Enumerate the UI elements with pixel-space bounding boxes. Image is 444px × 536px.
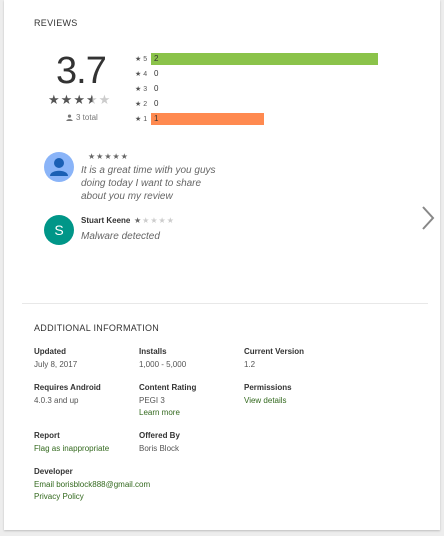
learn-more-link[interactable]: Learn more — [139, 408, 180, 417]
avatar-letter: S — [54, 222, 64, 238]
histogram-row-1: ★ 1 1 — [135, 113, 264, 125]
histogram-count: 2 — [154, 54, 159, 63]
star-icon: ★ — [135, 56, 142, 63]
chevron-right-icon[interactable] — [420, 205, 436, 231]
histogram-bar-2: 0 — [151, 98, 161, 110]
histogram-bar-1: 1 — [151, 113, 264, 125]
requires-android-label: Requires Android — [34, 383, 101, 392]
app-details-card: REVIEWS 3.7 ★★★★★ 3 total ★ 5 2 ★ 4 0 ★ … — [4, 0, 440, 530]
updated-value: July 8, 2017 — [34, 360, 78, 369]
total-reviews: 3 total — [66, 113, 98, 122]
star-empty-icon: ★ — [98, 92, 112, 107]
star-half-icon: ★ — [85, 92, 99, 107]
offered-by-label: Offered By — [139, 431, 180, 440]
star-icon: ★ — [73, 92, 86, 107]
histogram-bar-4: 0 — [151, 68, 161, 80]
divider — [22, 303, 428, 304]
person-icon — [66, 114, 73, 121]
report-label: Report — [34, 431, 60, 440]
average-stars: ★★★★★ — [48, 92, 111, 108]
developer-label: Developer — [34, 467, 73, 476]
histogram-row-4: ★ 4 0 — [135, 68, 161, 80]
installs-value: 1,000 - 5,000 — [139, 360, 187, 369]
review-stars: ★★★★★ — [134, 216, 175, 225]
installs-label: Installs — [139, 347, 167, 356]
updated-label: Updated — [34, 347, 66, 356]
histogram-count: 1 — [154, 114, 159, 123]
review-author[interactable]: Stuart Keene — [81, 216, 130, 225]
requires-android-value: 4.0.3 and up — [34, 396, 79, 405]
star-icon: ★ — [135, 101, 142, 108]
histogram-row-label: ★ 3 — [135, 86, 148, 93]
content-rating-value: PEGI 3 — [139, 396, 165, 405]
developer-email-link[interactable]: Email borisblock888@gmail.com — [34, 480, 150, 489]
current-version-label: Current Version — [244, 347, 305, 356]
star-icon: ★ — [48, 92, 61, 107]
view-details-link[interactable]: View details — [244, 396, 287, 405]
histogram-count: 0 — [154, 99, 159, 108]
avatar[interactable]: S — [44, 215, 74, 245]
histogram-row-5: ★ 5 2 — [135, 53, 378, 65]
current-version-value: 1.2 — [244, 360, 256, 369]
histogram-row-label: ★ 1 — [135, 116, 148, 123]
histogram-row-label: ★ 4 — [135, 71, 148, 78]
person-icon — [50, 158, 68, 176]
histogram-count: 0 — [154, 69, 159, 78]
avatar[interactable] — [44, 152, 74, 182]
histogram-bar-5: 2 — [151, 53, 378, 65]
additional-info-heading: ADDITIONAL INFORMATION — [34, 323, 160, 333]
reviews-heading: REVIEWS — [34, 18, 78, 28]
privacy-policy-link[interactable]: Privacy Policy — [34, 492, 84, 501]
offered-by-value: Boris Block — [139, 444, 180, 453]
histogram-count: 0 — [154, 84, 159, 93]
content-rating-label: Content Rating — [139, 383, 197, 392]
histogram-bar-3: 0 — [151, 83, 161, 95]
histogram-row-label: ★ 2 — [135, 101, 148, 108]
star-icon: ★ — [135, 116, 142, 123]
review-text: It is a great time with you guys doing t… — [81, 165, 216, 202]
review-stars: ★★★★★ — [88, 152, 129, 161]
star-icon: ★ — [135, 71, 142, 78]
review-text: Malware detected — [81, 231, 160, 242]
average-rating: 3.7 — [56, 50, 107, 92]
star-icon: ★ — [60, 92, 74, 107]
histogram-row-3: ★ 3 0 — [135, 83, 161, 95]
flag-inappropriate-link[interactable]: Flag as inappropriate — [34, 444, 109, 453]
permissions-label: Permissions — [244, 383, 292, 392]
star-icon: ★ — [135, 86, 142, 93]
histogram-row-2: ★ 2 0 — [135, 98, 161, 110]
total-reviews-label: 3 total — [76, 113, 98, 122]
histogram-row-label: ★ 5 — [135, 56, 148, 63]
